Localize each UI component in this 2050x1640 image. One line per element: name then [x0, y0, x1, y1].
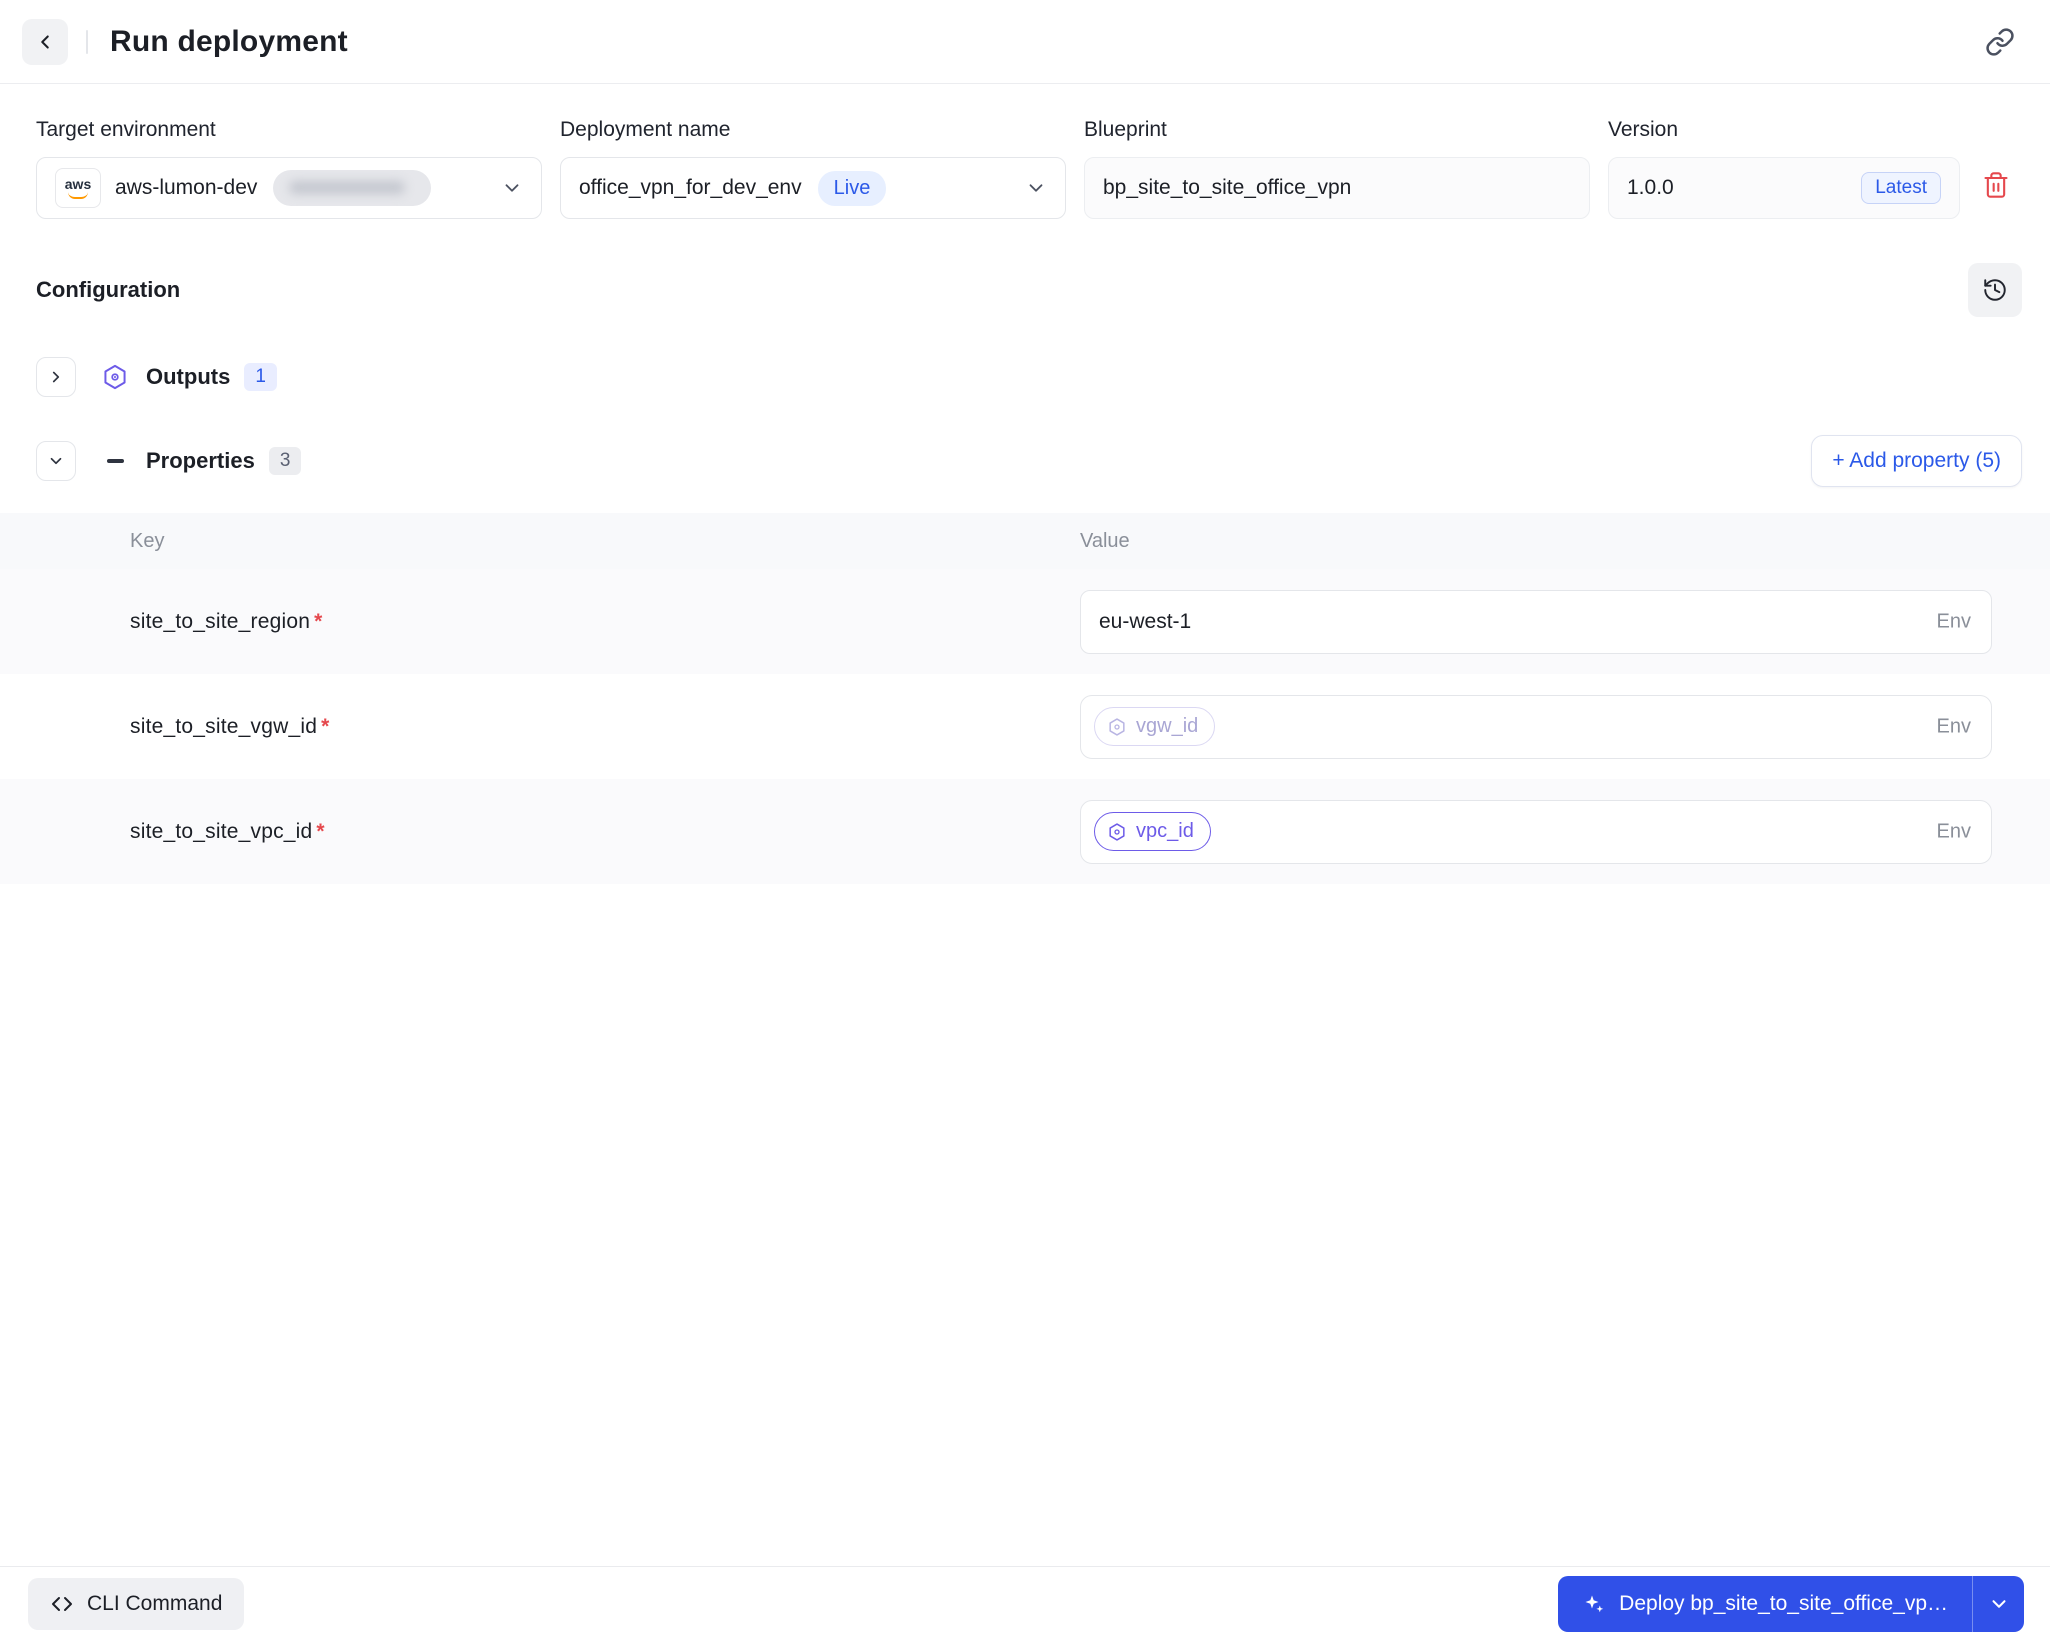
chevron-down-icon — [1025, 177, 1047, 199]
deployment-name-field: Deployment name office_vpn_for_dev_env L… — [560, 118, 1066, 219]
property-value-input[interactable]: vgw_id Env — [1080, 694, 1992, 759]
trash-icon — [1982, 171, 2010, 199]
table-row: site_to_site_vpc_id * vpc_id Env — [0, 779, 2050, 884]
env-badge[interactable]: Env — [1937, 820, 1971, 843]
property-value-input[interactable]: vpc_id Env — [1080, 799, 1992, 864]
deploy-split-button: Deploy bp_site_to_site_office_vp… — [1558, 1575, 2024, 1632]
chip-label: vpc_id — [1136, 820, 1194, 842]
output-chip-vpc-id[interactable]: vpc_id — [1094, 812, 1211, 851]
properties-label: Properties — [146, 448, 255, 473]
delete-deployment-cell — [1978, 154, 2014, 216]
aws-logo-icon: aws — [55, 168, 101, 208]
table-header-row: Key Value — [0, 513, 2050, 569]
header-divider — [86, 29, 88, 54]
chevron-down-icon — [1988, 1593, 2010, 1615]
latest-badge: Latest — [1861, 172, 1941, 204]
cli-command-label: CLI Command — [87, 1591, 223, 1615]
required-asterisk: * — [314, 609, 323, 633]
required-asterisk: * — [321, 714, 330, 738]
properties-count-badge: 3 — [268, 447, 302, 475]
outputs-expand-button[interactable] — [36, 357, 76, 397]
history-icon — [1982, 277, 2008, 303]
version-value: 1.0.0 — [1627, 176, 1674, 199]
chevron-down-icon — [47, 452, 65, 470]
deploy-button[interactable]: Deploy bp_site_to_site_office_vp… — [1558, 1575, 1972, 1632]
blueprint-field: Blueprint bp_site_to_site_office_vpn — [1084, 118, 1590, 219]
blueprint-value-box: bp_site_to_site_office_vpn — [1084, 157, 1590, 219]
back-button[interactable] — [22, 18, 68, 65]
code-icon — [50, 1592, 74, 1616]
page-title: Run deployment — [110, 24, 348, 58]
outputs-section-row: Outputs 1 — [0, 357, 2050, 397]
deploy-label: Deploy bp_site_to_site_office_vp… — [1619, 1591, 1948, 1615]
deploy-options-button[interactable] — [1972, 1575, 2024, 1632]
required-asterisk: * — [316, 819, 325, 843]
version-label: Version — [1608, 118, 1679, 141]
hexagon-icon — [1107, 822, 1127, 842]
target-environment-field: Target environment aws aws-lumon-dev — [36, 118, 542, 219]
env-badge[interactable]: Env — [1937, 715, 1971, 738]
outputs-label: Outputs — [146, 364, 231, 389]
live-status-badge: Live — [817, 170, 887, 206]
target-environment-value: aws-lumon-dev — [115, 176, 258, 199]
key-column-header: Key — [130, 529, 165, 552]
properties-minus-icon — [100, 459, 130, 463]
delete-deployment-button[interactable] — [1982, 171, 2010, 199]
deployment-name-label: Deployment name — [560, 118, 731, 141]
property-value-input[interactable]: eu-west-1 Env — [1080, 589, 1992, 654]
redacted-environment-id — [273, 170, 432, 206]
chevron-left-icon — [34, 31, 56, 53]
property-value-text: eu-west-1 — [1099, 609, 1192, 633]
env-badge[interactable]: Env — [1937, 610, 1971, 633]
cli-command-button[interactable]: CLI Command — [28, 1577, 245, 1630]
properties-collapse-button[interactable] — [36, 441, 76, 481]
blueprint-value: bp_site_to_site_office_vpn — [1103, 176, 1352, 199]
blueprint-label: Blueprint — [1084, 118, 1167, 141]
table-row: site_to_site_vgw_id * vgw_id Env — [0, 674, 2050, 779]
chevron-down-icon — [501, 177, 523, 199]
deployment-form-row: Target environment aws aws-lumon-dev Dep… — [0, 84, 2050, 219]
property-key: site_to_site_vgw_id * — [130, 714, 330, 738]
deployment-name-select[interactable]: office_vpn_for_dev_env Live — [560, 157, 1066, 219]
add-property-button[interactable]: + Add property (5) — [1811, 435, 2022, 487]
configuration-header: Configuration — [0, 263, 2050, 317]
history-button[interactable] — [1968, 263, 2022, 317]
table-row: site_to_site_region * eu-west-1 Env — [0, 569, 2050, 674]
link-icon — [1985, 27, 2015, 57]
property-key: site_to_site_vpc_id * — [130, 819, 325, 843]
target-environment-label: Target environment — [36, 118, 216, 141]
chip-label: vgw_id — [1136, 715, 1199, 737]
property-key: site_to_site_region * — [130, 609, 323, 633]
footer-bar: CLI Command Deploy bp_site_to_site_offic… — [0, 1566, 2050, 1640]
deployment-name-value: office_vpn_for_dev_env — [579, 176, 802, 199]
hexagon-icon — [1107, 717, 1127, 737]
outputs-count-badge: 1 — [244, 363, 277, 391]
version-value-box: 1.0.0 Latest — [1608, 157, 1960, 219]
copy-link-button[interactable] — [1978, 20, 2022, 64]
target-environment-select[interactable]: aws aws-lumon-dev — [36, 157, 542, 219]
page-header: Run deployment — [0, 0, 2050, 84]
properties-section-row: Properties 3 + Add property (5) — [0, 435, 2050, 487]
outputs-hexagon-icon — [100, 363, 130, 391]
configuration-title: Configuration — [36, 277, 181, 302]
chevron-right-icon — [47, 368, 65, 386]
sparkles-icon — [1582, 1592, 1606, 1616]
output-chip-vgw-id[interactable]: vgw_id — [1094, 707, 1216, 746]
version-field: Version 1.0.0 Latest — [1608, 118, 1960, 219]
value-column-header: Value — [1080, 529, 1130, 552]
properties-table: Key Value site_to_site_region * eu-west-1… — [0, 513, 2050, 884]
